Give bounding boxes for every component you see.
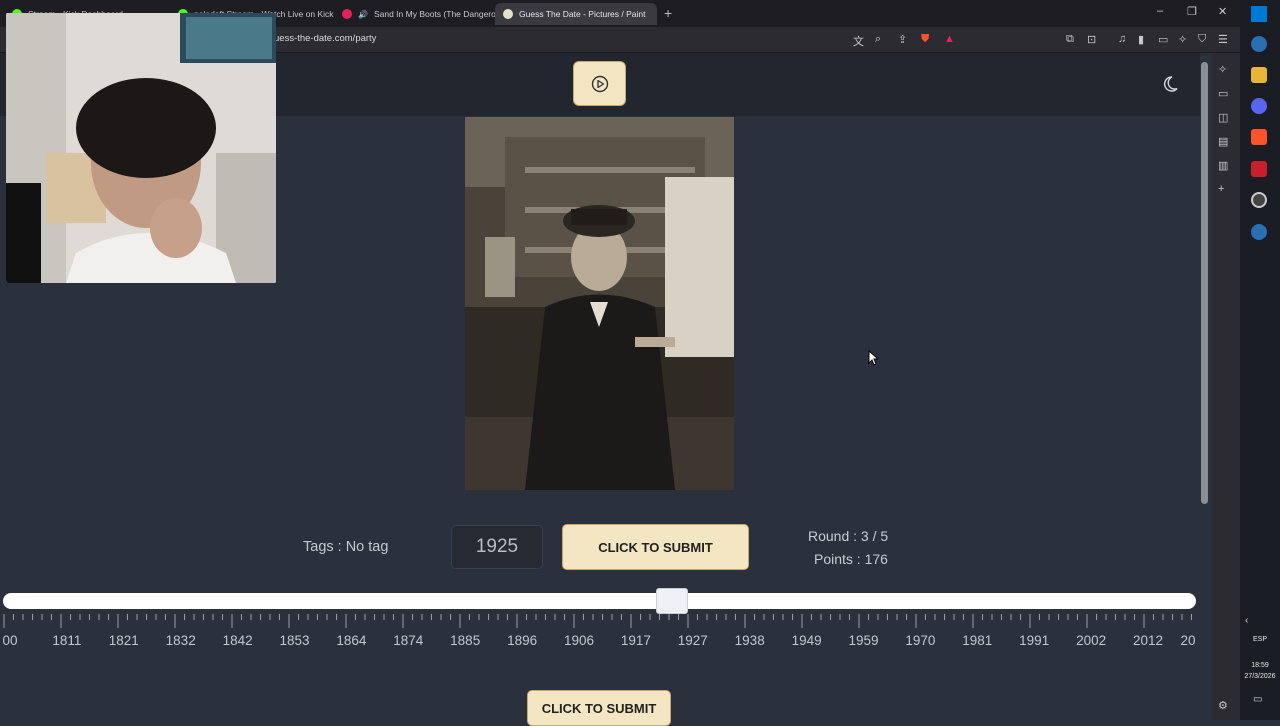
brave-icon[interactable]	[1251, 129, 1267, 145]
zoom-icon[interactable]: ⌕	[875, 33, 881, 46]
timeline-year-label: 1864	[336, 633, 367, 648]
discord-icon[interactable]	[1251, 98, 1267, 114]
file-explorer-icon[interactable]	[1251, 67, 1267, 83]
url-field[interactable]: uess-the-date.com/party	[274, 33, 376, 44]
playlist-icon[interactable]: ▭	[1218, 87, 1228, 100]
year-slider-track[interactable]	[3, 593, 1196, 609]
obs-icon[interactable]	[1251, 192, 1267, 208]
bottom-submit-button[interactable]: CLICK TO SUBMIT	[527, 690, 671, 726]
page-header	[276, 53, 1200, 116]
wallet-icon[interactable]: ▭	[1158, 33, 1168, 46]
clock-date: 27/3/2026	[1244, 673, 1276, 680]
timeline-year-label: 1885	[450, 633, 481, 648]
submit-button[interactable]: CLICK TO SUBMIT	[562, 524, 749, 570]
voicemeeter-icon[interactable]	[1251, 161, 1267, 177]
bookmarks-icon[interactable]: ▤	[1218, 135, 1228, 148]
reading-list-icon[interactable]: ▥	[1218, 159, 1228, 172]
timeline-year-label: 1832	[165, 633, 196, 648]
play-button[interactable]	[573, 61, 626, 106]
youtube-music-icon	[342, 9, 352, 19]
clock-time: 18:59	[1251, 662, 1269, 669]
timeline-year-label: 1927	[677, 633, 708, 648]
timeline-year-label: 20	[1180, 633, 1196, 648]
sidebar-toggle-icon[interactable]: ▮	[1138, 33, 1144, 46]
tab-label: Guess The Date - Pictures / Paint	[519, 9, 646, 19]
menu-icon[interactable]: ☰	[1218, 33, 1228, 46]
system-clock[interactable]: 18:59 27/3/2026	[1240, 660, 1280, 682]
scrollbar-thumb[interactable]	[1201, 62, 1208, 504]
leo-ai-icon[interactable]: ✧	[1178, 33, 1187, 46]
music-icon[interactable]: ♫	[1118, 33, 1126, 45]
speaker-icon: 🔊	[358, 9, 368, 19]
timeline-year-label: 1842	[222, 633, 253, 648]
steam-icon[interactable]	[1251, 224, 1267, 240]
share-icon[interactable]: ⇪	[898, 33, 907, 46]
timeline-year-label: 1970	[905, 633, 936, 648]
settings-icon[interactable]: ⚙	[1218, 699, 1228, 712]
notification-icon[interactable]: ▭	[1253, 694, 1262, 705]
add-icon[interactable]: +	[1218, 183, 1224, 195]
windows-start-icon[interactable]	[1251, 6, 1267, 22]
timeline-year-label: 2012	[1132, 633, 1164, 648]
minimize-button[interactable]: –	[1157, 5, 1163, 17]
brave-shield-icon[interactable]: ⛊	[921, 33, 929, 46]
screenshot-icon[interactable]: ⊡	[1087, 33, 1096, 46]
dark-mode-toggle-icon[interactable]	[1163, 74, 1183, 94]
site-favicon-icon	[503, 9, 513, 19]
timeline-year-label: 1949	[791, 633, 822, 648]
browser-sidebar	[1212, 53, 1240, 720]
chevron-left-icon[interactable]: ‹	[1245, 615, 1248, 626]
guess-photo	[465, 117, 734, 490]
timeline-year-label: 1938	[734, 633, 765, 648]
timeline-year-label: 1874	[393, 633, 424, 648]
tab-label: Sand In My Boots (The Dangerou	[373, 9, 496, 19]
tags-label: Tags : No tag	[303, 539, 389, 555]
year-slider-thumb[interactable]	[656, 588, 688, 614]
close-window-button[interactable]: ✕	[1218, 5, 1227, 18]
timeline-year-label: 1811	[52, 633, 82, 648]
translate-icon[interactable]: 文	[853, 33, 864, 49]
points-counter: Points : 176	[814, 551, 888, 567]
timeline-year-label: 1917	[620, 633, 651, 648]
steam-icon[interactable]	[1251, 36, 1267, 52]
wallet-icon[interactable]: ◫	[1218, 111, 1228, 124]
mouse-cursor-icon	[868, 350, 878, 366]
timeline-year-label: 1981	[962, 633, 993, 648]
leo-icon[interactable]: ✧	[1218, 63, 1227, 76]
timeline-year-label: 1991	[1019, 633, 1050, 648]
webcam-overlay	[6, 13, 276, 283]
extensions-icon[interactable]: ⧉	[1066, 33, 1074, 46]
restore-button[interactable]: ❐	[1187, 5, 1197, 18]
timeline-year-label: 1959	[848, 633, 879, 648]
round-counter: Round : 3 / 5	[808, 528, 889, 544]
vpn-icon[interactable]: ⛉	[1198, 33, 1206, 46]
language-indicator[interactable]: ESP	[1240, 636, 1280, 643]
timeline-year-label: 1896	[507, 633, 538, 648]
timeline-year-label: 1853	[279, 633, 310, 648]
timeline-ticks	[3, 614, 1192, 628]
timeline-year-label: 2002	[1076, 633, 1107, 648]
timeline-year-label: 1821	[108, 633, 139, 648]
tab-music[interactable]: 🔊 Sand In My Boots (The Dangerou	[334, 3, 496, 25]
tab-guess-the-date[interactable]: Guess The Date - Pictures / Paint ✕	[495, 3, 657, 25]
timeline-year-label: 00	[2, 633, 18, 648]
brave-rewards-icon[interactable]: ▲	[944, 33, 955, 45]
year-input[interactable]: 1925	[451, 525, 543, 569]
new-tab-button[interactable]: +	[664, 5, 672, 21]
timeline-year-label: 1906	[563, 633, 595, 648]
play-circle-icon	[591, 75, 608, 92]
